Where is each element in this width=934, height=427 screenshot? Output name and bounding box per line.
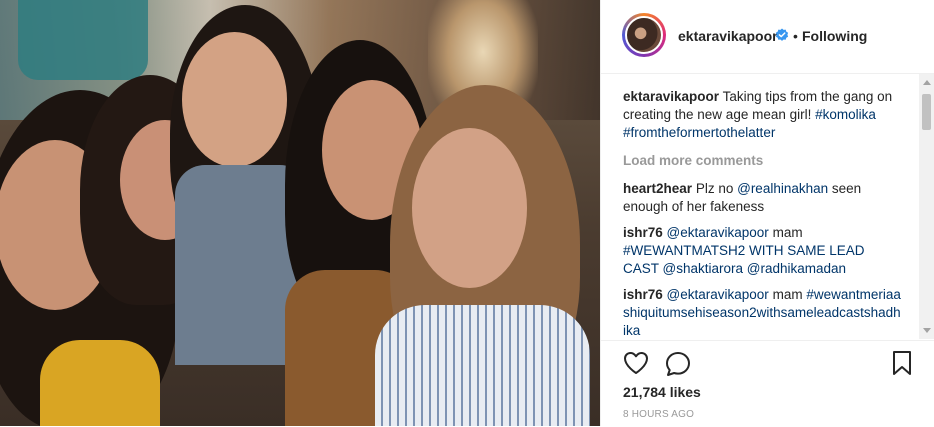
caption-hashtag[interactable]: #komolika: [815, 107, 876, 122]
comment-bubble-icon[interactable]: [665, 351, 691, 377]
scrollbar-thumb[interactable]: [922, 94, 931, 130]
caption-username[interactable]: ektaravikapoor: [623, 89, 719, 104]
photo-teal-chair: [18, 0, 148, 80]
comment-mention[interactable]: @ektaravikapoor: [667, 287, 769, 302]
likes-count[interactable]: 21,784 likes: [623, 384, 701, 400]
heart-icon[interactable]: [623, 351, 649, 375]
scroll-down-icon[interactable]: [923, 328, 931, 333]
comment-username[interactable]: ishr76: [623, 225, 663, 240]
person-5-striped-shirt: [375, 305, 590, 426]
post-header: ektaravikapoor • Following: [601, 0, 934, 74]
bookmark-icon[interactable]: [891, 350, 913, 376]
load-more-comments-button[interactable]: Load more comments: [623, 152, 903, 170]
follow-separator: •: [793, 28, 798, 44]
post-actions: 21,784 likes 8 HOURS AGO: [601, 340, 934, 427]
scroll-up-icon[interactable]: [923, 80, 931, 85]
avatar-story-ring[interactable]: [622, 13, 666, 57]
person-5-face: [412, 128, 527, 288]
caption-hashtag[interactable]: #fromtheformertothelatter: [623, 125, 775, 140]
post-timestamp[interactable]: 8 HOURS AGO: [623, 409, 694, 420]
comment-text: Plz no: [695, 181, 734, 196]
comment-item: heart2hear Plz no @realhinakhan seen eno…: [623, 180, 903, 216]
comments-list: ektaravikapoor Taking tips from the gang…: [623, 88, 903, 348]
person-3-face: [182, 32, 287, 167]
comment-username[interactable]: ishr76: [623, 287, 663, 302]
comment-mention[interactable]: @ektaravikapoor: [667, 225, 769, 240]
comment-mention[interactable]: @realhinakhan: [737, 181, 828, 196]
caption: ektaravikapoor Taking tips from the gang…: [623, 88, 903, 142]
comment-username[interactable]: heart2hear: [623, 181, 692, 196]
avatar[interactable]: [625, 16, 663, 54]
verified-badge-icon: [775, 28, 789, 41]
comments-scrollbar[interactable]: [919, 74, 934, 339]
comment-mention[interactable]: @radhikamadan: [747, 261, 846, 276]
comment-item: ishr76 @ektaravikapoor mam #WEWANTMATSH2…: [623, 224, 903, 278]
comment-mention[interactable]: @shaktiarora: [663, 261, 744, 276]
post-sidebar: ektaravikapoor • Following ektaravikapoo…: [600, 0, 934, 426]
comment-text: mam: [772, 287, 803, 302]
following-button[interactable]: Following: [802, 28, 867, 44]
header-username[interactable]: ektaravikapoor: [678, 28, 778, 44]
post-photo[interactable]: [0, 0, 600, 426]
comment-text: mam: [772, 225, 803, 240]
comment-item: ishr76 @ektaravikapoor mam #wewantmeriaa…: [623, 286, 903, 340]
person-1-shirt: [40, 340, 160, 426]
